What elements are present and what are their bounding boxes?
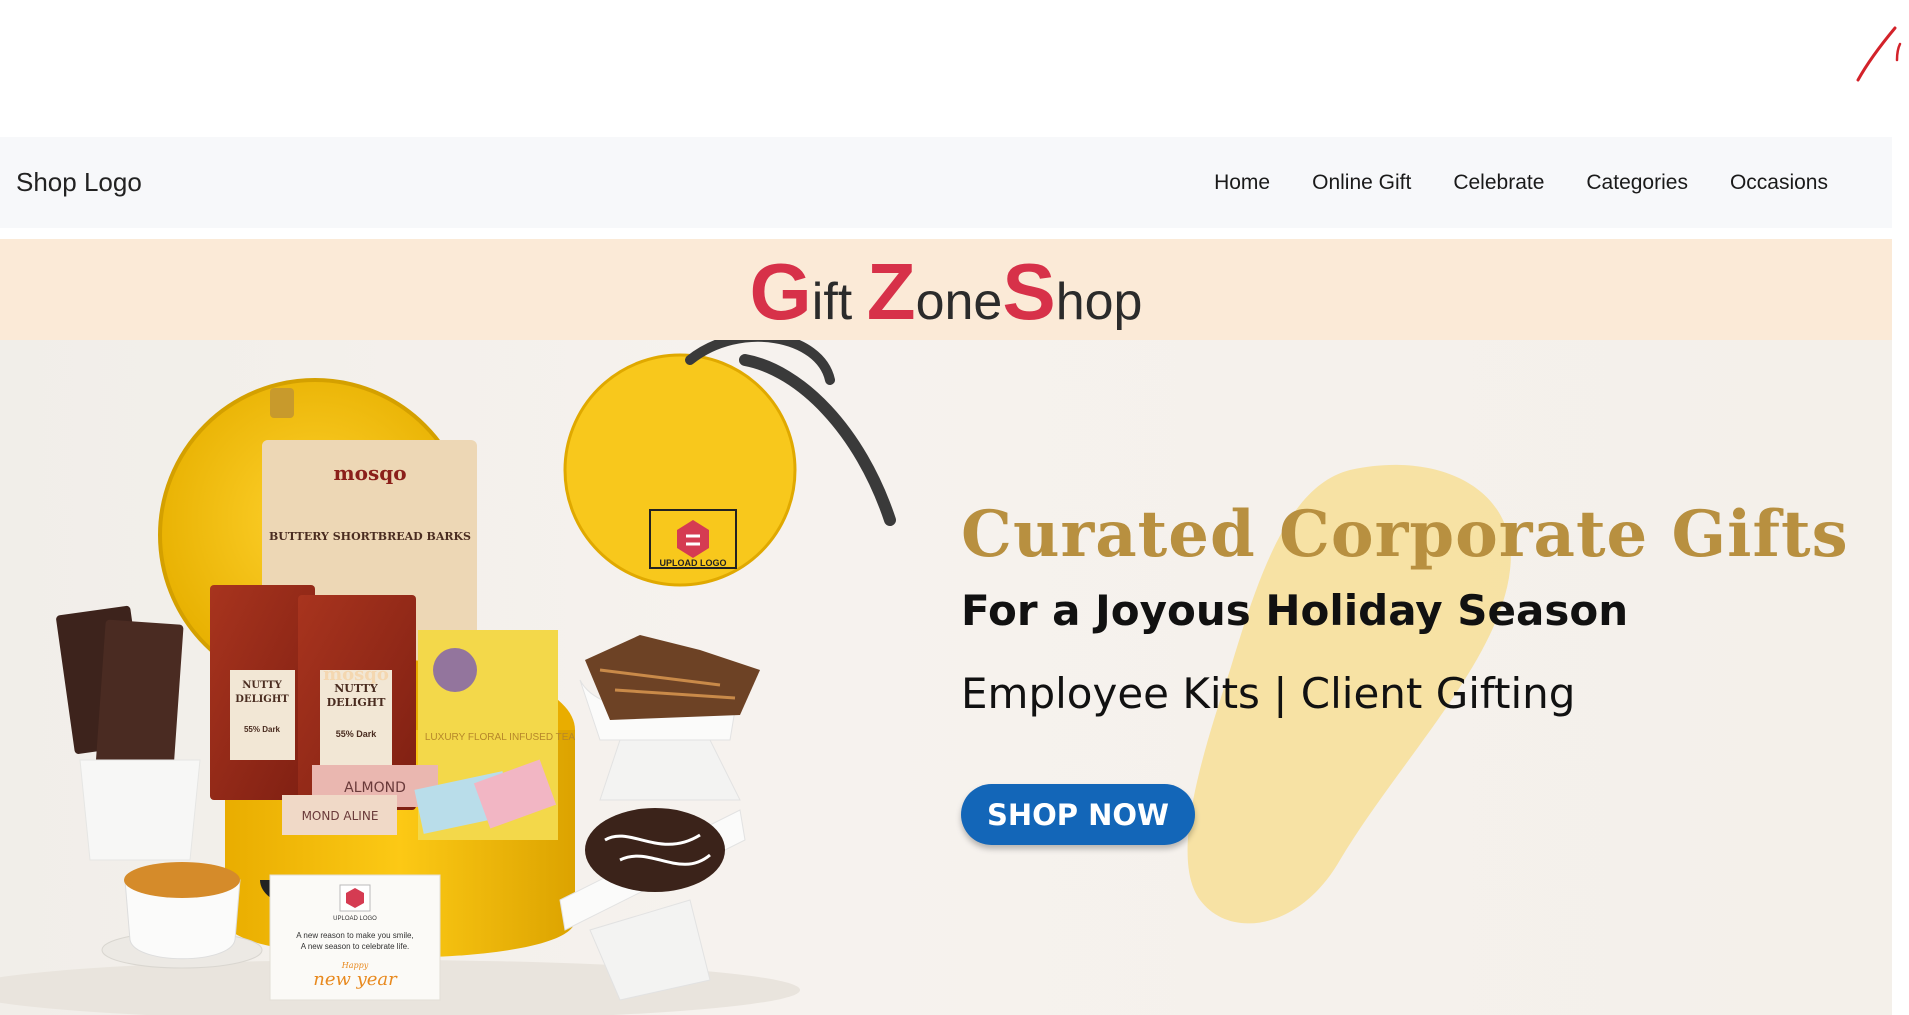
title-cap-g: G — [749, 246, 812, 336]
hero-subheading: For a Joyous Holiday Season — [961, 586, 1629, 636]
scribble-mark-icon — [1856, 26, 1902, 82]
svg-text:mosqo: mosqo — [333, 461, 406, 485]
svg-text:NUTTY: NUTTY — [334, 682, 378, 695]
hero-heading: Curated Corporate Gifts — [961, 497, 1849, 572]
svg-text:55% Dark: 55% Dark — [244, 725, 281, 734]
svg-text:A new reason to make you smile: A new reason to make you smile, — [296, 931, 413, 940]
svg-text:MOND ALINE: MOND ALINE — [302, 809, 379, 823]
cookie-pile — [585, 808, 725, 892]
site-title: Gift ZoneShop — [750, 242, 1143, 338]
box-logo-label: UPLOAD LOGO — [660, 558, 727, 568]
svg-text:BUTTERY SHORTBREAD BARKS: BUTTERY SHORTBREAD BARKS — [269, 530, 471, 543]
hero-banner[interactable]: UPLOAD LOGO mosqo BUTTERY SHORTBREAD BAR… — [0, 340, 1892, 1015]
svg-text:DELIGHT: DELIGHT — [327, 696, 387, 709]
title-rest-hop: hop — [1055, 272, 1143, 331]
nav-link-celebrate[interactable]: Celebrate — [1432, 171, 1565, 195]
svg-text:DELIGHT: DELIGHT — [235, 694, 289, 705]
nav-link-occasions[interactable]: Occasions — [1709, 171, 1849, 195]
shop-logo-link[interactable]: Shop Logo — [16, 167, 142, 198]
nav-links: Home Online Gift Celebrate Categories Oc… — [1193, 171, 1849, 195]
svg-text:UPLOAD LOGO: UPLOAD LOGO — [333, 916, 377, 922]
svg-text:ALMOND: ALMOND — [344, 780, 406, 796]
nav-link-online-gift[interactable]: Online Gift — [1291, 171, 1432, 195]
shop-now-button[interactable]: SHOP NOW — [961, 784, 1195, 845]
svg-text:A new season to celebrate life: A new season to celebrate life. — [301, 942, 410, 951]
title-banner: Gift ZoneShop — [0, 239, 1892, 340]
title-rest-ift: ift — [811, 272, 867, 331]
title-rest-one: one — [915, 272, 1003, 331]
title-cap-s: S — [1002, 246, 1056, 336]
svg-text:NUTTY: NUTTY — [242, 680, 282, 691]
hero-tagline: Employee Kits | Client Gifting — [961, 668, 1576, 718]
svg-text:55% Dark: 55% Dark — [336, 729, 378, 739]
bark-pieces — [585, 635, 760, 720]
hero-text-block: Curated Corporate Gifts For a Joyous Hol… — [961, 497, 1861, 718]
title-cap-z: Z — [866, 246, 916, 336]
nav-link-home[interactable]: Home — [1193, 171, 1291, 195]
nav-link-categories[interactable]: Categories — [1565, 171, 1709, 195]
svg-text:LUXURY FLORAL INFUSED TEA: LUXURY FLORAL INFUSED TEA — [425, 732, 576, 743]
page: Shop Logo Home Online Gift Celebrate Cat… — [0, 0, 1909, 1015]
svg-text:new year: new year — [313, 969, 398, 990]
navbar: Shop Logo Home Online Gift Celebrate Cat… — [0, 137, 1892, 228]
